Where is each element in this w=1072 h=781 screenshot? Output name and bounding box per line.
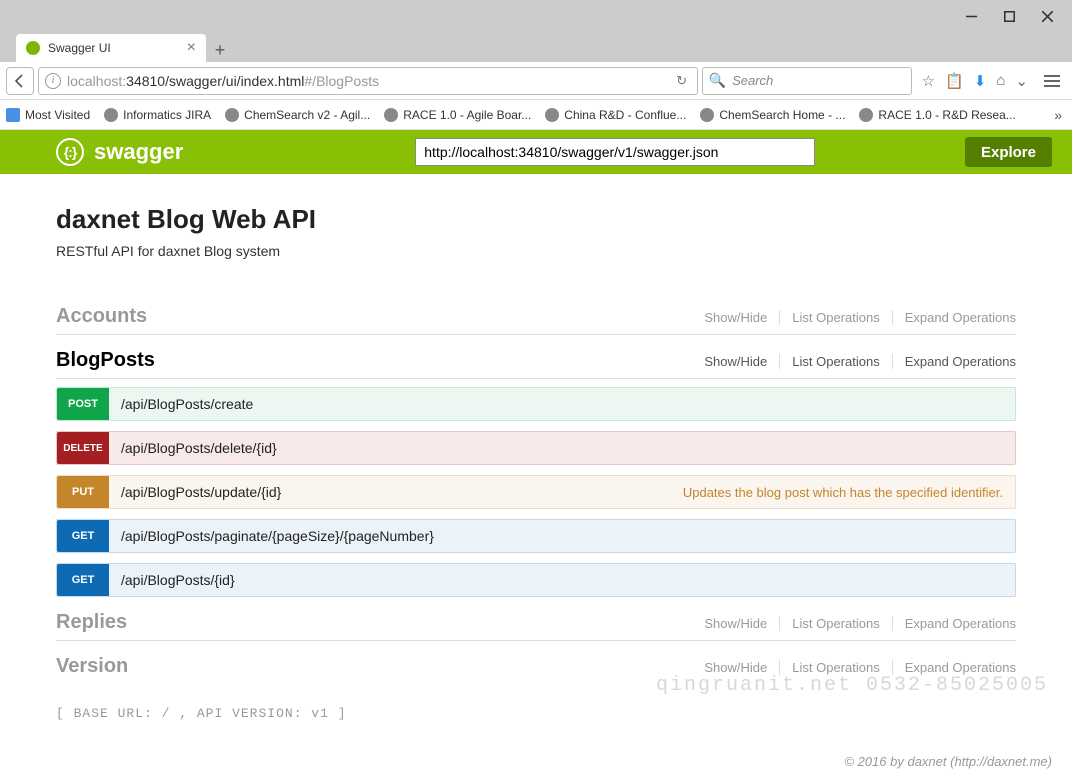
window-maximize-button[interactable] bbox=[990, 2, 1028, 30]
op-expand[interactable]: Expand Operations bbox=[893, 354, 1016, 369]
endpoint-path[interactable]: /api/BlogPosts/paginate/{pageSize}/{page… bbox=[109, 528, 1003, 544]
section-accounts: Accounts Show/Hide List Operations Expan… bbox=[56, 305, 1016, 335]
http-method-badge: GET bbox=[57, 564, 109, 596]
browser-tabbar: Swagger UI × + bbox=[0, 32, 1072, 62]
home-icon[interactable]: ⌂ bbox=[996, 72, 1005, 89]
section-header[interactable]: Accounts Show/Hide List Operations Expan… bbox=[56, 305, 1016, 335]
section-ops: Show/Hide List Operations Expand Operati… bbox=[692, 660, 1016, 675]
bookmarks-overflow-icon[interactable]: » bbox=[1050, 107, 1066, 123]
op-expand[interactable]: Expand Operations bbox=[893, 310, 1016, 325]
bookmark-item[interactable]: Informatics JIRA bbox=[104, 108, 211, 122]
endpoint-path[interactable]: /api/BlogPosts/delete/{id} bbox=[109, 440, 1003, 456]
section-ops: Show/Hide List Operations Expand Operati… bbox=[692, 616, 1016, 631]
search-icon: 🔍 bbox=[709, 72, 726, 89]
url-text: localhost:34810/swagger/ui/index.html#/B… bbox=[67, 73, 667, 89]
explore-button[interactable]: Explore bbox=[965, 137, 1052, 167]
endpoint-row[interactable]: PUT /api/BlogPosts/update/{id} Updates t… bbox=[56, 475, 1016, 509]
http-method-badge: PUT bbox=[57, 476, 109, 508]
bookmark-most-visited[interactable]: Most Visited bbox=[6, 108, 90, 122]
bookmark-item[interactable]: RACE 1.0 - Agile Boar... bbox=[384, 108, 531, 122]
bookmark-item[interactable]: ChemSearch v2 - Agil... bbox=[225, 108, 370, 122]
download-icon[interactable]: ⬇ bbox=[974, 72, 987, 90]
op-expand[interactable]: Expand Operations bbox=[893, 616, 1016, 631]
browser-tab-active[interactable]: Swagger UI × bbox=[16, 34, 206, 62]
globe-icon bbox=[384, 108, 398, 122]
reload-icon[interactable]: ↻ bbox=[673, 73, 691, 89]
endpoint-path[interactable]: /api/BlogPosts/update/{id} bbox=[109, 484, 683, 500]
tab-close-icon[interactable]: × bbox=[187, 40, 196, 56]
bookmarks-bar: Most Visited Informatics JIRA ChemSearch… bbox=[0, 100, 1072, 130]
footer-text: © 2016 by daxnet (http://daxnet.me) bbox=[844, 754, 1052, 769]
endpoint-row[interactable]: GET /api/BlogPosts/paginate/{pageSize}/{… bbox=[56, 519, 1016, 553]
swagger-header: {:} swagger Explore bbox=[0, 130, 1072, 174]
browser-navbar: i localhost:34810/swagger/ui/index.html#… bbox=[0, 62, 1072, 100]
back-button[interactable] bbox=[6, 67, 34, 95]
http-method-badge: GET bbox=[57, 520, 109, 552]
window-minimize-button[interactable] bbox=[952, 2, 990, 30]
hamburger-menu-button[interactable] bbox=[1038, 75, 1066, 87]
bookmark-item[interactable]: RACE 1.0 - R&D Resea... bbox=[859, 108, 1015, 122]
http-method-badge: POST bbox=[57, 388, 109, 420]
op-list[interactable]: List Operations bbox=[780, 616, 892, 631]
search-placeholder: Search bbox=[732, 73, 773, 88]
endpoint-row[interactable]: POST /api/BlogPosts/create bbox=[56, 387, 1016, 421]
op-showhide[interactable]: Show/Hide bbox=[692, 310, 780, 325]
swagger-logo-icon: {:} bbox=[56, 138, 84, 166]
site-info-icon[interactable]: i bbox=[45, 73, 61, 89]
bookmark-icon bbox=[6, 108, 20, 122]
globe-icon bbox=[225, 108, 239, 122]
section-header[interactable]: Replies Show/Hide List Operations Expand… bbox=[56, 611, 1016, 641]
endpoint-row[interactable]: GET /api/BlogPosts/{id} bbox=[56, 563, 1016, 597]
favicon-icon bbox=[26, 41, 40, 55]
bookmark-star-icon[interactable]: ☆ bbox=[922, 72, 935, 90]
section-blogposts: BlogPosts Show/Hide List Operations Expa… bbox=[56, 349, 1016, 597]
pocket-icon[interactable]: ⌄ bbox=[1015, 72, 1028, 90]
globe-icon bbox=[104, 108, 118, 122]
section-header[interactable]: Version Show/Hide List Operations Expand… bbox=[56, 655, 1016, 684]
section-name[interactable]: Replies bbox=[56, 611, 692, 634]
section-header[interactable]: BlogPosts Show/Hide List Operations Expa… bbox=[56, 349, 1016, 379]
op-expand[interactable]: Expand Operations bbox=[893, 660, 1016, 675]
address-bar[interactable]: i localhost:34810/swagger/ui/index.html#… bbox=[38, 67, 698, 95]
section-name[interactable]: Version bbox=[56, 655, 692, 678]
tab-title: Swagger UI bbox=[48, 41, 179, 55]
spec-url-input[interactable] bbox=[415, 138, 815, 166]
op-showhide[interactable]: Show/Hide bbox=[692, 354, 780, 369]
api-title: daxnet Blog Web API bbox=[56, 204, 1016, 235]
endpoint-row[interactable]: DELETE /api/BlogPosts/delete/{id} bbox=[56, 431, 1016, 465]
swagger-content: daxnet Blog Web API RESTful API for daxn… bbox=[0, 174, 1072, 721]
op-showhide[interactable]: Show/Hide bbox=[692, 660, 780, 675]
op-list[interactable]: List Operations bbox=[780, 310, 892, 325]
new-tab-button[interactable]: + bbox=[206, 38, 234, 62]
endpoint-summary: Updates the blog post which has the spec… bbox=[683, 485, 1003, 500]
window-close-button[interactable] bbox=[1028, 2, 1066, 30]
globe-icon bbox=[700, 108, 714, 122]
op-list[interactable]: List Operations bbox=[780, 354, 892, 369]
api-description: RESTful API for daxnet Blog system bbox=[56, 243, 1016, 259]
globe-icon bbox=[545, 108, 559, 122]
endpoint-list: POST /api/BlogPosts/create DELETE /api/B… bbox=[56, 387, 1016, 597]
clipboard-icon[interactable]: 📋 bbox=[945, 72, 964, 90]
http-method-badge: DELETE bbox=[57, 432, 109, 464]
endpoint-path[interactable]: /api/BlogPosts/create bbox=[109, 396, 1003, 412]
bookmark-item[interactable]: ChemSearch Home - ... bbox=[700, 108, 845, 122]
section-version: Version Show/Hide List Operations Expand… bbox=[56, 655, 1016, 684]
bookmark-item[interactable]: China R&D - Conflue... bbox=[545, 108, 686, 122]
swagger-logo[interactable]: {:} swagger bbox=[56, 138, 183, 166]
section-ops: Show/Hide List Operations Expand Operati… bbox=[692, 310, 1016, 325]
search-bar[interactable]: 🔍 Search bbox=[702, 67, 912, 95]
section-name[interactable]: Accounts bbox=[56, 305, 692, 328]
window-titlebar bbox=[0, 0, 1072, 32]
op-showhide[interactable]: Show/Hide bbox=[692, 616, 780, 631]
globe-icon bbox=[859, 108, 873, 122]
section-name[interactable]: BlogPosts bbox=[56, 349, 692, 372]
toolbar-icons: ☆ 📋 ⬇ ⌂ ⌄ bbox=[916, 72, 1034, 90]
api-base-info: [ BASE URL: / , API VERSION: v1 ] bbox=[56, 706, 1016, 721]
spec-url-field[interactable] bbox=[415, 138, 815, 166]
op-list[interactable]: List Operations bbox=[780, 660, 892, 675]
section-replies: Replies Show/Hide List Operations Expand… bbox=[56, 611, 1016, 641]
swagger-logo-text: swagger bbox=[94, 139, 183, 165]
section-ops: Show/Hide List Operations Expand Operati… bbox=[692, 354, 1016, 369]
endpoint-path[interactable]: /api/BlogPosts/{id} bbox=[109, 572, 1003, 588]
